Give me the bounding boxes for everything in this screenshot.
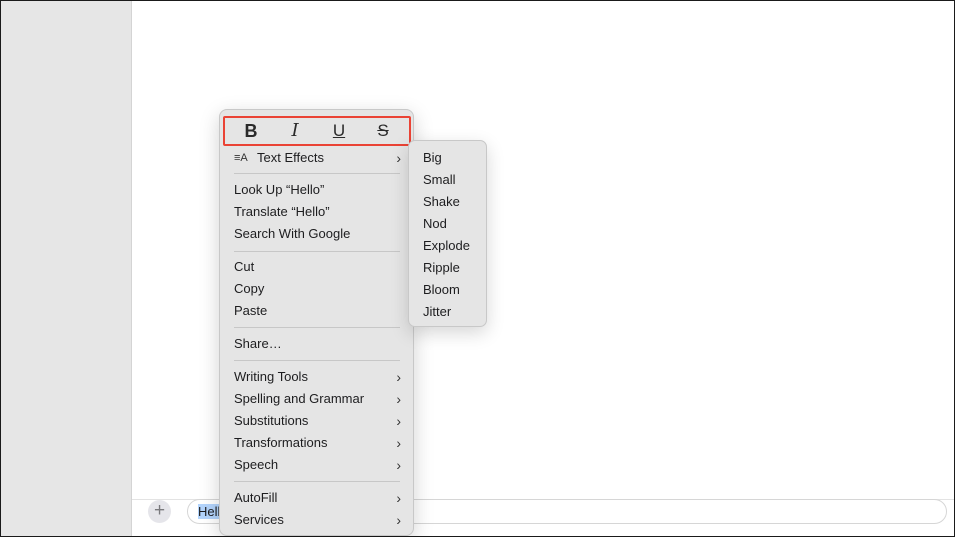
menu-item-label: Paste	[234, 303, 268, 318]
menu-item-substitutions[interactable]: Substitutions ›	[220, 410, 413, 432]
submenu-item-label: Explode	[423, 238, 470, 253]
sidebar	[1, 1, 132, 536]
submenu-item-big[interactable]: Big	[409, 147, 486, 169]
menu-item-label: Translate “Hello”	[234, 204, 330, 219]
context-menu: B I U S ≡A Text Effects › Look Up “Hello…	[219, 109, 414, 536]
menu-divider	[234, 173, 400, 174]
menu-item-paste[interactable]: Paste	[220, 300, 413, 322]
submenu-item-label: Jitter	[423, 304, 452, 319]
chevron-right-icon: ›	[396, 150, 401, 166]
chevron-right-icon: ›	[396, 512, 401, 528]
menu-divider	[234, 251, 400, 252]
menu-item-share[interactable]: Share…	[220, 333, 413, 355]
chevron-right-icon: ›	[396, 413, 401, 429]
menu-item-label: Copy	[234, 281, 265, 296]
chevron-right-icon: ›	[396, 435, 401, 451]
menu-item-label: Substitutions	[234, 413, 309, 428]
menu-item-label: Cut	[234, 259, 255, 274]
bold-button[interactable]: B	[233, 120, 269, 142]
submenu-item-label: Shake	[423, 194, 460, 209]
menu-item-label: Share…	[234, 336, 282, 351]
strikethrough-button[interactable]: S	[365, 120, 401, 142]
submenu-item-explode[interactable]: Explode	[409, 235, 486, 257]
chevron-right-icon: ›	[396, 490, 401, 506]
submenu-item-shake[interactable]: Shake	[409, 191, 486, 213]
menu-divider	[234, 360, 400, 361]
submenu-item-label: Big	[423, 150, 442, 165]
chevron-right-icon: ›	[396, 369, 401, 385]
message-input-text: Hell	[198, 504, 221, 519]
menu-item-label: Text Effects	[257, 150, 324, 165]
chevron-right-icon: ›	[396, 457, 401, 473]
format-toolbar: B I U S	[223, 116, 411, 146]
submenu-item-label: Ripple	[423, 260, 460, 275]
submenu-item-small[interactable]: Small	[409, 169, 486, 191]
menu-item-label: AutoFill	[234, 490, 278, 505]
submenu-item-label: Small	[423, 172, 456, 187]
menu-divider	[234, 481, 400, 482]
submenu-item-ripple[interactable]: Ripple	[409, 257, 486, 279]
chevron-right-icon: ›	[396, 391, 401, 407]
menu-divider	[234, 327, 400, 328]
menu-item-label: Writing Tools	[234, 369, 308, 384]
text-effects-submenu: Big Small Shake Nod Explode Ripple Bloom…	[408, 140, 487, 327]
menu-item-transformations[interactable]: Transformations ›	[220, 432, 413, 454]
selected-text: Hell	[198, 504, 221, 519]
menu-item-label: Look Up “Hello”	[234, 182, 325, 197]
submenu-item-bloom[interactable]: Bloom	[409, 279, 486, 301]
menu-item-spelling-grammar[interactable]: Spelling and Grammar ›	[220, 388, 413, 410]
menu-item-search-google[interactable]: Search With Google	[220, 223, 413, 245]
submenu-item-label: Nod	[423, 216, 447, 231]
menu-item-autofill[interactable]: AutoFill ›	[220, 487, 413, 509]
submenu-item-label: Bloom	[423, 282, 460, 297]
menu-item-look-up[interactable]: Look Up “Hello”	[220, 179, 413, 201]
menu-item-text-effects[interactable]: ≡A Text Effects ›	[220, 147, 413, 169]
text-effects-icon: ≡A	[234, 152, 248, 164]
submenu-item-nod[interactable]: Nod	[409, 213, 486, 235]
menu-item-cut[interactable]: Cut	[220, 256, 413, 278]
menu-item-label: Spelling and Grammar	[234, 391, 365, 406]
menu-item-copy[interactable]: Copy	[220, 278, 413, 300]
menu-item-writing-tools[interactable]: Writing Tools ›	[220, 366, 413, 388]
menu-item-label: Speech	[234, 457, 279, 472]
menu-item-services[interactable]: Services ›	[220, 509, 413, 531]
menu-item-label: Services	[234, 512, 284, 527]
italic-button[interactable]: I	[277, 120, 313, 142]
add-attachment-button[interactable]: +	[148, 500, 171, 523]
menu-item-speech[interactable]: Speech ›	[220, 454, 413, 476]
plus-icon: +	[153, 500, 166, 521]
menu-item-label: Search With Google	[234, 226, 351, 241]
underline-button[interactable]: U	[321, 120, 357, 142]
menu-item-label: Transformations	[234, 435, 328, 450]
submenu-item-jitter[interactable]: Jitter	[409, 301, 486, 323]
menu-item-translate[interactable]: Translate “Hello”	[220, 201, 413, 223]
